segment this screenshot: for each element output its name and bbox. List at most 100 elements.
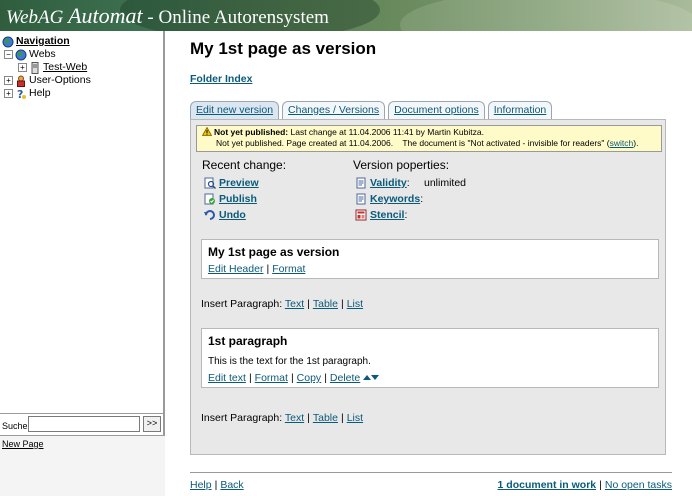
brand-webag: WebAG <box>6 7 64 28</box>
insert-text-link[interactable]: Text <box>285 412 304 424</box>
new-page-link[interactable]: New Page <box>2 439 44 449</box>
validity-link[interactable]: Validity <box>370 177 407 189</box>
edit-header-link[interactable]: Edit Header <box>208 263 263 275</box>
tree-label-navigation: Navigation <box>16 35 70 47</box>
search-label: Suche: <box>2 421 31 431</box>
tab-document-options[interactable]: Document options <box>388 101 485 119</box>
help-link[interactable]: Help <box>190 479 212 491</box>
insert-text-link[interactable]: Text <box>285 298 304 310</box>
undo-link[interactable]: Undo <box>219 209 246 221</box>
search-go-button[interactable]: >> <box>143 416 161 432</box>
tree-item-help[interactable]: + ? Help <box>2 87 162 101</box>
tab-edit-new-version[interactable]: Edit new version <box>190 101 280 119</box>
header-box: My 1st page as version Edit Header | Forma… <box>201 239 659 279</box>
paragraph-body: This is the text for the 1st paragraph. <box>208 356 371 367</box>
move-down-icon[interactable] <box>371 372 380 384</box>
move-up-icon[interactable] <box>363 372 372 384</box>
separator: | <box>599 479 602 491</box>
edit-text-link[interactable]: Edit text <box>208 372 246 384</box>
publish-link[interactable]: Publish <box>219 193 257 205</box>
separator: | <box>340 412 344 424</box>
globe-icon <box>15 49 27 61</box>
insert-paragraph-label: Insert Paragraph: <box>201 412 285 424</box>
copy-link[interactable]: Copy <box>297 372 322 384</box>
separator: | <box>307 412 310 424</box>
insert-paragraph-2: Insert Paragraph: Text | Table | List <box>201 412 363 424</box>
insert-table-link[interactable]: Table <box>313 298 338 310</box>
stencil-icon <box>355 209 367 221</box>
brand-subtitle: - Online Autorensystem <box>142 7 329 28</box>
delete-link[interactable]: Delete <box>330 372 360 384</box>
help-icon: ? <box>15 88 27 101</box>
footer: Help | Back 1 document in work | No open tas… <box>190 472 672 496</box>
notice-line-2-end: ). <box>633 138 639 148</box>
tree-item-user-options[interactable]: + User-Options <box>2 74 162 87</box>
documents-in-work-link[interactable]: 1 document in work <box>498 479 597 491</box>
tree-label-user-options: User-Options <box>29 74 91 86</box>
folder-index-link[interactable]: Folder Index <box>190 73 252 85</box>
insert-paragraph-1: Insert Paragraph: Text | Table | List <box>201 298 363 310</box>
validity-value: unlimited <box>424 177 467 189</box>
publish-action[interactable]: Publish <box>204 193 257 205</box>
stencil-colon: : <box>404 209 408 221</box>
header-format-link[interactable]: Format <box>272 263 305 275</box>
edit-panel: Not yet published: Last change at 11.04.… <box>190 119 666 455</box>
expand-icon[interactable]: + <box>4 89 13 98</box>
navigation-tree: Navigation − Webs + Test-Web + User-Opti… <box>2 35 162 101</box>
user-lock-icon <box>15 75 27 87</box>
undo-action[interactable]: Undo <box>204 209 246 221</box>
main-content: My 1st page as version Folder Index Edit… <box>167 31 692 496</box>
insert-table-link[interactable]: Table <box>313 412 338 424</box>
switch-link[interactable]: switch <box>610 138 634 148</box>
keywords-property[interactable]: Keywords: <box>355 193 423 205</box>
separator: | <box>340 298 344 310</box>
tree-label-webs: Webs <box>29 48 56 60</box>
status-notice: Not yet published: Last change at 11.04.… <box>196 125 662 152</box>
separator: | <box>248 372 252 384</box>
server-icon <box>29 61 41 74</box>
tree-item-test-web[interactable]: + Test-Web <box>2 61 162 74</box>
search-input[interactable] <box>28 416 140 432</box>
notice-row-1: Not yet published: Last change at 11.04.… <box>201 126 661 138</box>
header-box-actions: Edit Header | Format <box>208 263 305 275</box>
stencil-property[interactable]: Stencil: <box>355 209 407 221</box>
insert-list-link[interactable]: List <box>347 298 363 310</box>
keywords-link[interactable]: Keywords <box>370 193 420 205</box>
insert-paragraph-label: Insert Paragraph: <box>201 298 285 310</box>
brand-automat: Automat <box>68 3 143 28</box>
expand-icon[interactable]: + <box>18 63 27 72</box>
tab-information[interactable]: Information <box>487 101 553 119</box>
app-title: WebAG Automat - Online Autorensystem <box>6 3 329 29</box>
keywords-colon: : <box>420 193 424 205</box>
collapse-icon[interactable]: − <box>4 50 13 59</box>
preview-icon <box>204 177 216 189</box>
stencil-link[interactable]: Stencil <box>370 209 404 221</box>
footer-right: 1 document in work | No open tasks <box>498 479 672 491</box>
recent-change-heading: Recent change: <box>202 158 287 172</box>
publish-icon <box>204 193 216 205</box>
separator: | <box>266 263 270 275</box>
move-arrows <box>363 372 380 384</box>
banner-decoration <box>400 0 692 31</box>
open-tasks-link[interactable]: No open tasks <box>605 479 672 491</box>
warning-icon <box>201 126 213 136</box>
tree-label-help: Help <box>29 87 51 99</box>
search-bar: Suche: >> <box>0 413 165 435</box>
app-banner: WebAG Automat - Online Autorensystem <box>0 0 692 31</box>
tree-item-webs[interactable]: − Webs <box>2 48 162 61</box>
tab-changes-versions[interactable]: Changes / Versions <box>282 101 386 119</box>
tree-label-test-web[interactable]: Test-Web <box>43 61 87 74</box>
version-properties-heading: Version poperties: <box>353 158 450 172</box>
notice-line-1: Last change at 11.04.2006 11:41 by Marti… <box>288 127 484 137</box>
document-icon <box>355 193 367 205</box>
tree-item-navigation[interactable]: Navigation <box>2 35 162 48</box>
paragraph-format-link[interactable]: Format <box>255 372 288 384</box>
insert-list-link[interactable]: List <box>347 412 363 424</box>
navigation-pane: Navigation − Webs + Test-Web + User-Opti… <box>0 31 165 496</box>
validity-colon: : <box>406 177 410 189</box>
back-link[interactable]: Back <box>220 479 243 491</box>
validity-property[interactable]: Validity: <box>355 177 410 189</box>
preview-link[interactable]: Preview <box>219 177 259 189</box>
expand-icon[interactable]: + <box>4 76 13 85</box>
preview-action[interactable]: Preview <box>204 177 259 189</box>
